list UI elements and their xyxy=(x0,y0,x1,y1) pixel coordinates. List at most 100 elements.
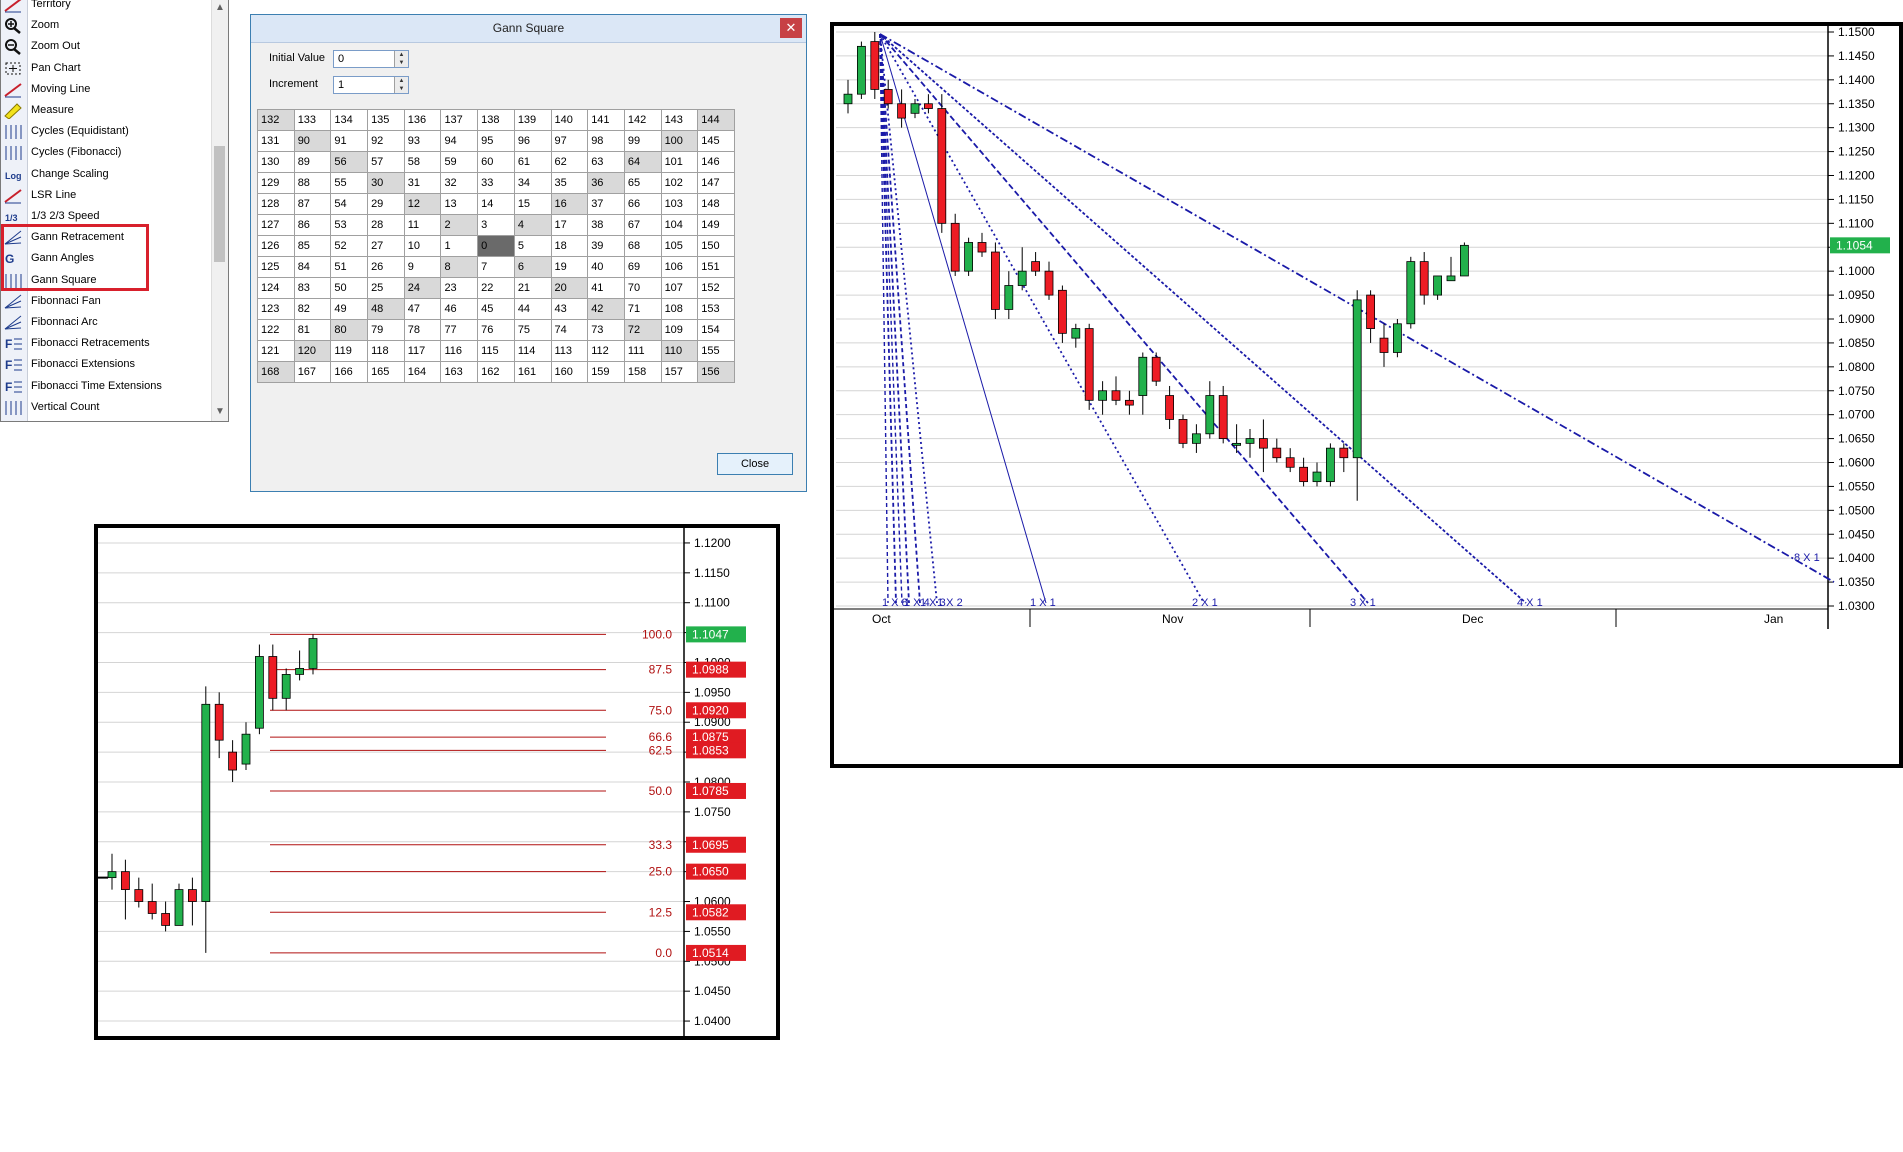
price-candle xyxy=(1258,438,1268,449)
grid-cell: 76 xyxy=(477,319,515,341)
close-button[interactable]: Close xyxy=(717,453,793,475)
grid-cell: 125 xyxy=(257,256,295,278)
x-tick-label: Oct xyxy=(872,612,891,626)
grid-cell: 83 xyxy=(293,277,332,299)
zoom-in-icon xyxy=(3,17,23,35)
grid-cell: 7 xyxy=(477,256,515,278)
grid-cell: 45 xyxy=(477,298,515,320)
tool-item-log-scale[interactable]: Log Change Scaling xyxy=(1,164,211,185)
scroll-up-icon[interactable]: ▲ xyxy=(212,0,228,16)
grid-cell: 52 xyxy=(330,235,369,257)
gann-angles-chart[interactable]: 1.1500 1.1450 1.1400 1.1350 1.1300 1.1250 1.12… xyxy=(830,22,1903,768)
tool-item-lsr-line[interactable]: LSR Line xyxy=(1,185,211,206)
grid-cell: 38 xyxy=(587,214,625,236)
grid-cell: 132 xyxy=(257,109,295,131)
grid-cell: 102 xyxy=(660,172,699,194)
price-candle xyxy=(107,871,117,879)
svg-text:F: F xyxy=(5,358,12,372)
grid-cell: 4 xyxy=(513,214,552,236)
price-candle xyxy=(134,889,144,902)
retracement-level-label: 50.0 xyxy=(649,784,673,798)
grid-cell: 112 xyxy=(587,340,625,362)
y-tick-label: 1.1400 xyxy=(1838,73,1875,87)
price-candle xyxy=(161,913,170,926)
tools-scrollbar[interactable]: ▲ ▼ xyxy=(211,0,228,421)
grid-cell: 168 xyxy=(257,361,295,383)
tool-item-cycles-fibonacci[interactable]: Cycles (Fibonacci) xyxy=(1,142,211,163)
tool-item-pan[interactable]: Pan Chart xyxy=(1,58,211,79)
increment-text: 1 xyxy=(338,79,345,91)
grid-cell: 145 xyxy=(697,130,735,152)
tool-item-ruler[interactable]: Measure xyxy=(1,100,211,121)
grid-row: 123 82 49 48 47 46 45 44 43 42 71 108 153 xyxy=(257,298,735,320)
grid-row: 132 133 134 135 136 137 138 139 140 141 142 143 144 xyxy=(257,109,735,131)
price-candle xyxy=(950,222,960,272)
dialog-title: Gann Square xyxy=(492,21,565,35)
grid-cell: 159 xyxy=(587,361,625,383)
price-candle xyxy=(924,103,933,109)
price-candle xyxy=(977,242,987,253)
tool-item-label: Fibonacci Retracements xyxy=(31,337,150,350)
fibonacci-fan-icon xyxy=(3,293,23,310)
price-candle xyxy=(1366,294,1375,329)
scroll-down-icon[interactable]: ▼ xyxy=(212,404,228,420)
grid-cell: 46 xyxy=(440,298,479,320)
scroll-thumb[interactable] xyxy=(214,146,225,262)
tool-item-fibonacci-fan[interactable]: Fibonnaci Fan xyxy=(1,291,211,312)
price-candle xyxy=(174,889,184,926)
grid-cell: 82 xyxy=(293,298,332,320)
grid-cell: 147 xyxy=(697,172,735,194)
grid-cell: 134 xyxy=(330,109,369,131)
tool-item-fibonacci-arc[interactable]: Fibonnaci Arc xyxy=(1,312,211,333)
retracement-level-label: 12.5 xyxy=(649,905,673,919)
y-tick-label: 1.0700 xyxy=(1838,408,1875,422)
price-candle xyxy=(870,41,880,90)
retracement-price-label: 1.0875 xyxy=(692,730,729,744)
y-tick-label: 1.1300 xyxy=(1838,121,1875,135)
price-candle xyxy=(990,251,1000,310)
grid-cell: 44 xyxy=(513,298,552,320)
increment-input[interactable]: 1 ▲ ▼ xyxy=(333,76,409,94)
tool-item-zoom-out[interactable]: Zoom Out xyxy=(1,36,211,57)
y-tick-label: 1.0750 xyxy=(1838,384,1875,398)
grid-cell: 8 xyxy=(440,256,479,278)
grid-cell: 124 xyxy=(257,277,295,299)
price-candle xyxy=(1031,261,1041,272)
grid-cell: 18 xyxy=(550,235,589,257)
price-candle xyxy=(1299,466,1309,483)
initial-value-input[interactable]: 0 ▲ ▼ xyxy=(333,50,409,68)
grid-cell: 156 xyxy=(697,361,735,383)
tool-item-label: Fibonacci Extensions xyxy=(31,358,135,371)
tool-item-zoom-in[interactable]: Zoom xyxy=(1,15,211,36)
spinner-arrows-icon[interactable]: ▲ ▼ xyxy=(394,77,408,93)
fibonacci-time-extensions-icon: F xyxy=(3,378,23,395)
price-candle xyxy=(1205,395,1215,435)
gann-retracement-chart[interactable]: 1.12001.11501.11001.10501.10001.09501.09… xyxy=(94,524,780,1040)
tool-item-label: LSR Line xyxy=(31,188,77,201)
grid-row: 128 87 54 29 12 13 14 15 16 37 66 103 148 xyxy=(257,193,735,215)
tool-item-moving-line[interactable]: Moving Line xyxy=(1,79,211,100)
tool-item-fibonacci-time-extensions[interactable]: F Fibonacci Time Extensions xyxy=(1,376,211,397)
price-candle xyxy=(1138,356,1148,396)
tool-item-vertical-count[interactable]: Vertical Count xyxy=(1,397,211,418)
grid-cell: 150 xyxy=(697,235,735,257)
y-tick-label: 1.0550 xyxy=(694,924,731,938)
close-icon[interactable]: ✕ xyxy=(780,18,802,38)
price-candle xyxy=(1446,275,1456,282)
grid-cell: 101 xyxy=(660,151,699,173)
grid-cell: 39 xyxy=(587,235,625,257)
grid-cell: 26 xyxy=(367,256,405,278)
tool-item-fibonacci-retracements[interactable]: F Fibonacci Retracements xyxy=(1,333,211,354)
tool-item-territory[interactable]: Territory xyxy=(1,0,211,15)
grid-cell: 126 xyxy=(257,235,295,257)
grid-cell: 98 xyxy=(587,130,625,152)
tool-item-cycles-equidistant[interactable]: Cycles (Equidistant) xyxy=(1,121,211,142)
price-candle xyxy=(1379,337,1389,353)
grid-cell: 113 xyxy=(550,340,589,362)
retracement-price-label: 1.0988 xyxy=(692,663,729,677)
tool-item-fibonacci-extensions[interactable]: F Fibonacci Extensions xyxy=(1,354,211,375)
price-candle xyxy=(856,45,866,95)
grid-cell: 25 xyxy=(367,277,405,299)
speed-lines-icon: 1/3 xyxy=(3,208,23,225)
spinner-arrows-icon[interactable]: ▲ ▼ xyxy=(394,51,408,67)
